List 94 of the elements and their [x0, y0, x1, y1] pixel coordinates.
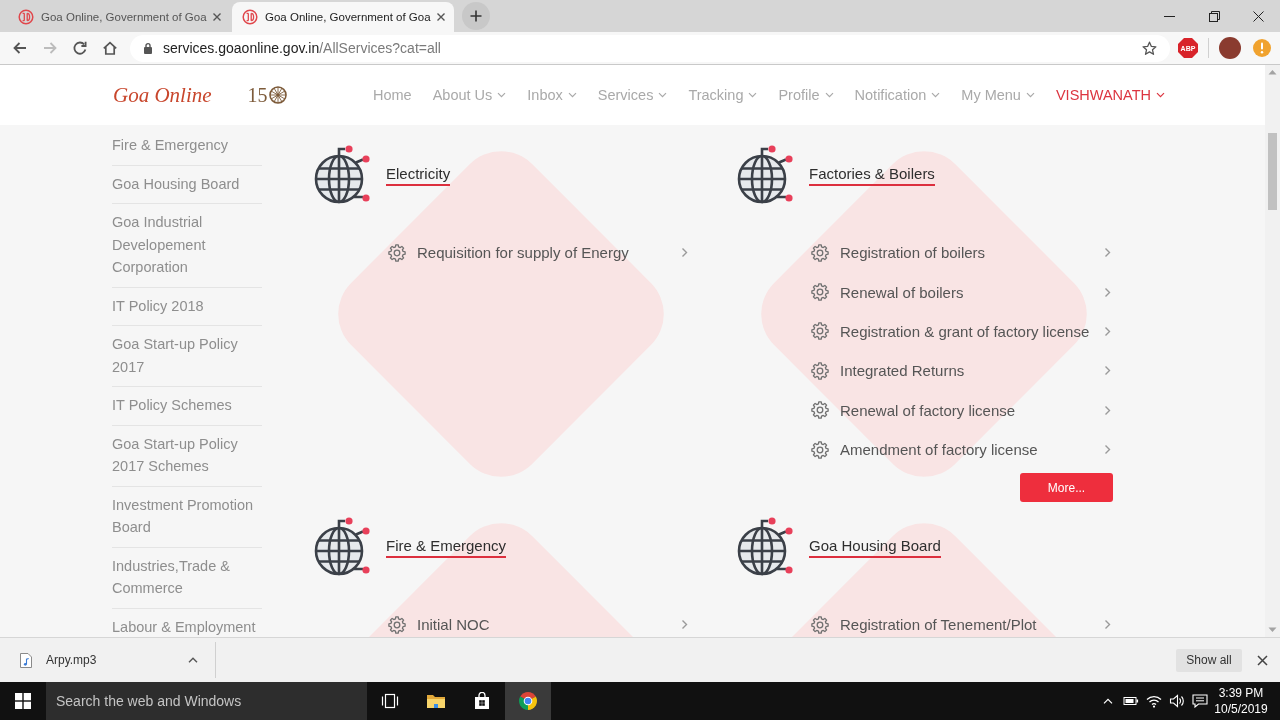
wheel-icon [267, 85, 288, 105]
address-field[interactable]: services.goaonline.gov.in/AllServices?cat=all [130, 34, 1170, 62]
section-title[interactable]: Fire & Emergency [386, 536, 507, 558]
service-link[interactable]: Amendment of factory license [840, 441, 1038, 459]
chevron-down-icon [1025, 92, 1035, 98]
clock-date[interactable]: 10/5/2019 [1214, 701, 1268, 717]
gear-icon [388, 243, 406, 262]
search-field[interactable]: Search the web and Windows [46, 682, 367, 720]
windows-logo-icon[interactable] [15, 693, 31, 709]
star-icon[interactable] [1142, 40, 1157, 56]
taskbar-app-button[interactable] [505, 682, 551, 720]
folder-icon [426, 693, 446, 709]
back-icon[interactable] [12, 40, 28, 56]
sidebar-link[interactable]: Fire & Emergency [112, 134, 262, 157]
gear-icon [811, 361, 829, 380]
task-view-icon [381, 693, 399, 709]
sidebar-link[interactable]: Goa Housing Board [112, 172, 262, 195]
chevron-down-icon [567, 92, 577, 98]
site-favicon-icon [18, 9, 34, 25]
service-link[interactable]: Registration of Tenement/Plot [840, 616, 1037, 634]
gear-icon [811, 322, 829, 341]
sidebar-link[interactable]: Labour & Employment [112, 615, 262, 637]
caret-up-icon[interactable] [188, 657, 198, 663]
chevron-down-icon [748, 92, 758, 98]
chevron-right-icon [1104, 365, 1111, 377]
gear-icon [811, 283, 829, 302]
show-all-button[interactable]: Show all [1176, 648, 1242, 672]
chevron-right-icon [1104, 619, 1111, 631]
shopping-bag-icon [473, 692, 491, 710]
user-menu[interactable]: VISHWANATH [1055, 87, 1165, 103]
more-button[interactable]: More... [1020, 473, 1113, 503]
home-icon[interactable] [102, 40, 118, 56]
chevron-right-icon [1104, 325, 1111, 337]
sidebar-link[interactable]: Industries,Trade & Commerce [112, 554, 262, 600]
service-link[interactable]: Initial NOC [417, 616, 490, 634]
chevron-down-icon [931, 92, 941, 98]
section-title[interactable]: Electricity [386, 164, 451, 186]
service-link[interactable]: Renewal of boilers [840, 283, 964, 301]
chevron-down-icon [497, 92, 507, 98]
chevron-right-icon [1104, 286, 1111, 298]
plus-icon [470, 10, 482, 22]
sidebar-link[interactable]: Goa Industrial Developement Corporation [112, 211, 262, 279]
volume-icon[interactable] [1168, 694, 1185, 708]
chevron-right-icon [1104, 247, 1111, 259]
gear-icon [811, 401, 829, 420]
chevron-right-icon [681, 247, 688, 259]
service-link[interactable]: Requisition for supply of Energy [417, 244, 629, 262]
restore-icon[interactable] [1209, 10, 1220, 22]
chevron-right-icon [681, 619, 688, 631]
chevron-right-icon [1104, 444, 1111, 456]
service-link[interactable]: Registration & grant of factory license [840, 322, 1090, 340]
sidebar-link[interactable]: IT Policy 2018 [112, 294, 262, 317]
new-tab-button[interactable] [462, 2, 490, 30]
message-icon[interactable] [1191, 694, 1208, 708]
audio-file-icon [20, 652, 32, 668]
site-logo[interactable]: Goa Online [113, 82, 212, 108]
globe-icon [736, 145, 794, 205]
gear-icon [811, 243, 829, 262]
scrollbar-thumb[interactable] [1268, 133, 1277, 210]
gear-icon [388, 615, 406, 634]
clock-time[interactable]: 3:39 PM [1218, 685, 1264, 701]
reload-icon[interactable] [72, 40, 88, 56]
chevron-down-icon [1156, 92, 1165, 98]
close-icon[interactable] [436, 12, 446, 22]
browser-tab[interactable]: Goa Online, Government of Goa [232, 2, 454, 32]
service-link[interactable]: Registration of boilers [840, 244, 986, 262]
globe-icon [736, 517, 794, 577]
gear-icon [811, 615, 829, 634]
chevron-down-icon [658, 92, 668, 98]
profile-avatar[interactable] [1219, 37, 1241, 59]
sidebar-link[interactable]: IT Policy Schemes [112, 394, 262, 417]
emblem-text: 15 [247, 84, 268, 106]
battery-icon[interactable] [1122, 695, 1139, 707]
chevron-down-icon [824, 92, 834, 98]
chevron-right-icon [1104, 404, 1111, 416]
sidebar-link[interactable]: Goa Start-up Policy 2017 [112, 333, 262, 378]
gear-icon [811, 440, 829, 459]
sidebar-link[interactable]: Goa Start-up Policy 2017 Schemes [112, 432, 262, 478]
section-title[interactable]: Goa Housing Board [809, 536, 941, 558]
close-icon[interactable] [1257, 654, 1268, 666]
globe-icon [313, 517, 371, 577]
download-filename[interactable]: Arpy.mp3 [46, 653, 97, 667]
close-icon[interactable] [1253, 10, 1264, 22]
lock-icon [143, 42, 153, 54]
service-link[interactable]: Renewal of factory license [840, 401, 1016, 419]
section-title[interactable]: Factories & Boilers [809, 164, 935, 186]
browser-icon [518, 691, 538, 711]
close-icon[interactable] [212, 12, 222, 22]
globe-icon [313, 145, 371, 205]
browser-tab[interactable]: Goa Online, Government of Goa [8, 2, 230, 32]
site-favicon-icon [242, 9, 258, 25]
wifi-icon[interactable] [1145, 694, 1162, 708]
sidebar-link[interactable]: Investment Promotion Board [112, 493, 262, 539]
service-link[interactable]: Integrated Returns [840, 362, 965, 380]
